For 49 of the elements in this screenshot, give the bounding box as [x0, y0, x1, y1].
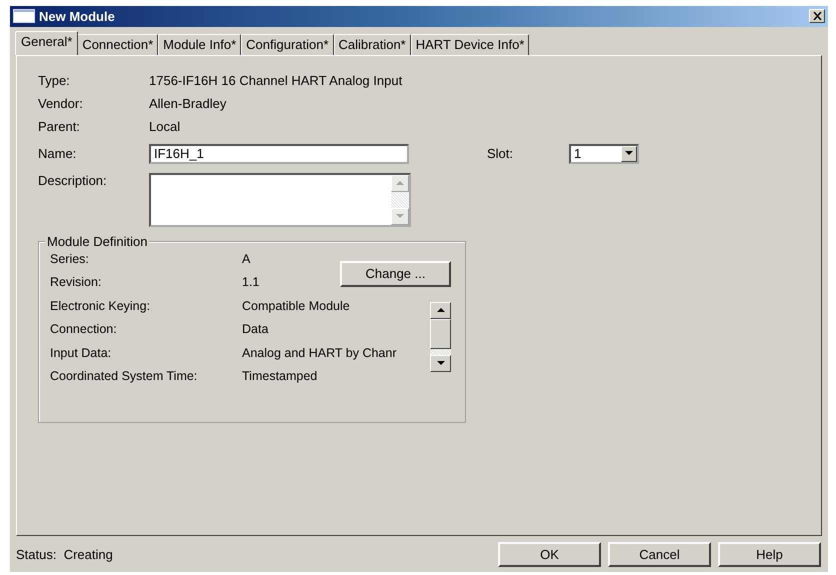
field-label: Description:: [38, 172, 108, 188]
field-value: 1.1: [242, 275, 260, 290]
up-arrow-icon: [396, 180, 404, 186]
field-label: Type:: [38, 72, 71, 88]
field-label: Slot:: [487, 146, 514, 162]
dialog-button[interactable]: OK: [498, 542, 601, 567]
dialog-button[interactable]: Cancel: [608, 542, 711, 567]
tab[interactable]: Module Info*: [158, 34, 242, 55]
field-label: Coordinated System Time:: [50, 369, 198, 384]
close-icon: [812, 12, 822, 20]
status-text: Status: Creating: [16, 546, 114, 562]
slot-dropdown[interactable]: 1: [569, 144, 639, 164]
field-label: Vendor:: [38, 96, 84, 111]
down-arrow-icon: [396, 214, 404, 219]
field-value: Timestamped: [242, 369, 318, 384]
tab[interactable]: HART Device Info*: [410, 34, 530, 55]
field-value: Allen-Bradley: [149, 96, 226, 111]
field-value: Analog and HART by Chanr: [242, 346, 396, 360]
field-label: Electronic Keying:: [50, 298, 152, 313]
field-label: Connection:: [50, 322, 118, 336]
tab[interactable]: Calibration*: [334, 34, 411, 55]
field-value: Compatible Module: [242, 298, 350, 313]
field-value: 1756-IF16H 16 Channel HART Analog Input: [149, 72, 402, 88]
dialog-button[interactable]: Help: [718, 542, 821, 567]
close-button[interactable]: [809, 9, 825, 24]
window-title: New Module: [39, 8, 116, 24]
field-label: Parent:: [38, 118, 81, 134]
scroll-bar[interactable]: [430, 302, 451, 372]
field-value: Data: [242, 322, 268, 336]
field-value: A: [242, 252, 250, 266]
scroll-track: [391, 192, 409, 208]
field-value: Local: [149, 118, 180, 134]
up-arrow-icon: [436, 308, 444, 313]
tab[interactable]: General*: [15, 30, 78, 55]
field-label: Revision:: [50, 275, 102, 290]
scroll-bar[interactable]: [391, 174, 409, 225]
field-label: Input Data:: [50, 346, 112, 360]
description-field[interactable]: [149, 172, 411, 227]
window-icon: [13, 9, 35, 24]
tab[interactable]: Configuration*: [241, 34, 334, 55]
field-label: Name:: [38, 146, 78, 162]
scroll-thumb[interactable]: [430, 318, 451, 349]
field-label: Series:: [50, 252, 90, 266]
dropdown-arrow-icon: [625, 151, 633, 156]
down-arrow-icon: [436, 360, 444, 366]
group-title: Module Definition: [45, 234, 150, 249]
change-button[interactable]: Change ...: [340, 260, 451, 287]
name-field[interactable]: IF16H_1: [149, 144, 409, 164]
tab[interactable]: Connection*: [77, 34, 158, 55]
